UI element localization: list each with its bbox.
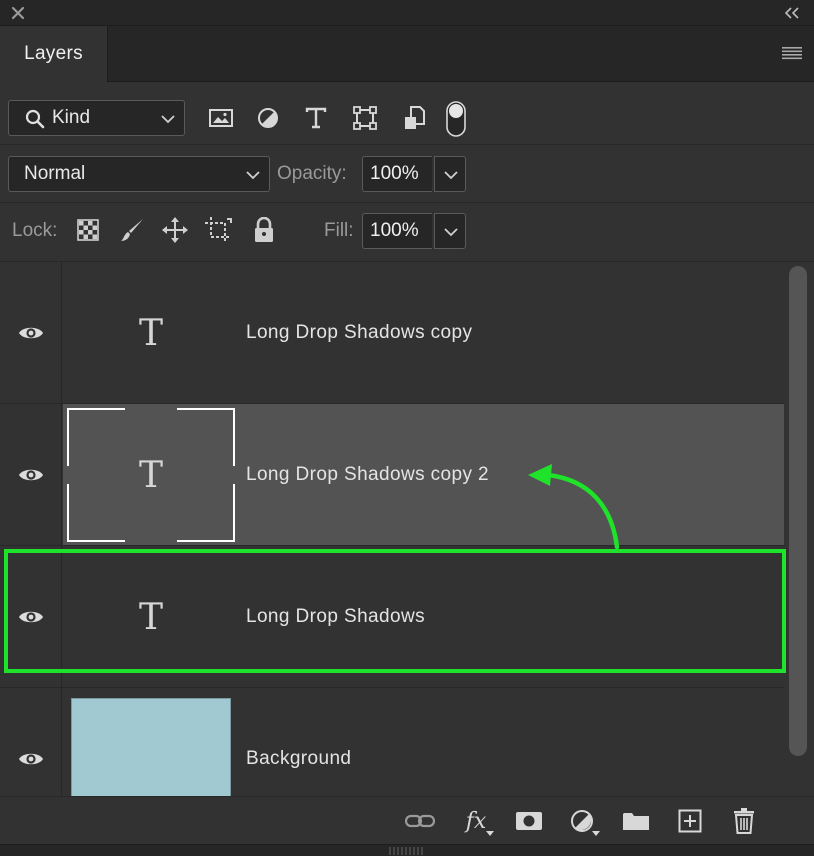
panel-top-bar (0, 0, 814, 26)
blend-row: Normal Opacity: 100% (0, 145, 814, 203)
fx-icon[interactable]: fx (460, 805, 494, 837)
type-layer-icon: T (138, 312, 163, 354)
background-layer-thumbnail (71, 698, 231, 796)
new-group-icon[interactable] (620, 805, 652, 837)
fx-label: fx (465, 808, 487, 834)
delete-layer-icon[interactable] (728, 805, 760, 837)
blend-mode-value: Normal (24, 163, 86, 184)
lock-row: Lock: Fill: 100% (0, 203, 814, 262)
layer-row[interactable]: T Long Drop Shadows copy (0, 262, 784, 404)
fill-dropdown-button[interactable] (434, 213, 466, 249)
lock-position-icon[interactable] (161, 216, 189, 244)
visibility-toggle[interactable] (0, 262, 62, 403)
kind-label: Kind (52, 107, 91, 128)
chevron-down-icon (161, 115, 175, 124)
add-mask-icon[interactable] (513, 805, 545, 837)
eye-icon (18, 327, 43, 338)
lock-transparent-pixels-icon[interactable] (74, 216, 102, 244)
filter-row: Kind (0, 83, 814, 145)
layer-row[interactable]: Background (0, 688, 784, 796)
visibility-toggle[interactable] (0, 688, 62, 796)
search-icon (25, 109, 45, 129)
kind-filter-dropdown[interactable]: Kind (8, 100, 185, 136)
close-icon[interactable] (10, 5, 26, 21)
lock-image-pixels-icon[interactable] (118, 216, 146, 244)
fill-input[interactable]: 100% (362, 213, 432, 249)
highlight-box (4, 549, 786, 673)
type-filter-icon[interactable] (302, 104, 330, 132)
layers-list: T Long Drop Shadows copy T Long Drop Sha… (0, 262, 784, 796)
lock-artboard-icon[interactable] (205, 216, 233, 244)
selection-corners-icon (67, 408, 235, 542)
opacity-dropdown-button[interactable] (434, 156, 466, 192)
chevron-down-icon (246, 171, 260, 180)
grip-icon (389, 847, 423, 855)
panel-resize-handle[interactable] (0, 844, 814, 856)
layer-row-selected[interactable]: T Long Drop Shadows copy 2 (0, 404, 784, 546)
chevron-down-icon (444, 228, 458, 237)
filter-toggle-icon[interactable] (444, 101, 468, 137)
layer-name[interactable]: Background (246, 688, 351, 796)
shape-filter-icon[interactable] (351, 104, 379, 132)
image-filter-icon[interactable] (207, 104, 235, 132)
panel-bottom-bar: fx (0, 796, 814, 844)
layer-name[interactable]: Long Drop Shadows copy 2 (246, 404, 489, 545)
hamburger-menu-icon[interactable] (782, 46, 802, 60)
scrollbar[interactable] (784, 262, 814, 796)
lock-all-icon[interactable] (250, 216, 278, 244)
chevron-down-icon (444, 171, 458, 180)
double-chevron-left-icon[interactable] (782, 5, 802, 21)
eye-icon (18, 753, 43, 764)
layer-name[interactable]: Long Drop Shadows copy (246, 262, 472, 403)
text-layer-thumbnail: T (67, 408, 235, 542)
new-adjustment-layer-icon[interactable] (566, 805, 600, 837)
panel-tab-row: Layers (0, 26, 814, 82)
visibility-toggle[interactable] (0, 404, 62, 545)
curved-arrow-annotation (528, 464, 620, 550)
blend-mode-dropdown[interactable]: Normal (8, 156, 270, 192)
new-layer-icon[interactable] (674, 805, 706, 837)
eye-icon (18, 469, 43, 480)
tab-layers[interactable]: Layers (0, 26, 108, 82)
opacity-input[interactable]: 100% (362, 156, 432, 192)
smart-object-filter-icon[interactable] (400, 104, 428, 132)
lock-label: Lock: (12, 220, 58, 241)
adjustment-filter-icon[interactable] (254, 104, 282, 132)
link-layers-icon[interactable] (404, 805, 436, 837)
fill-label: Fill: (324, 220, 354, 241)
scrollbar-thumb[interactable] (789, 266, 807, 756)
opacity-label: Opacity: (277, 163, 347, 184)
text-layer-thumbnail: T (67, 266, 235, 400)
